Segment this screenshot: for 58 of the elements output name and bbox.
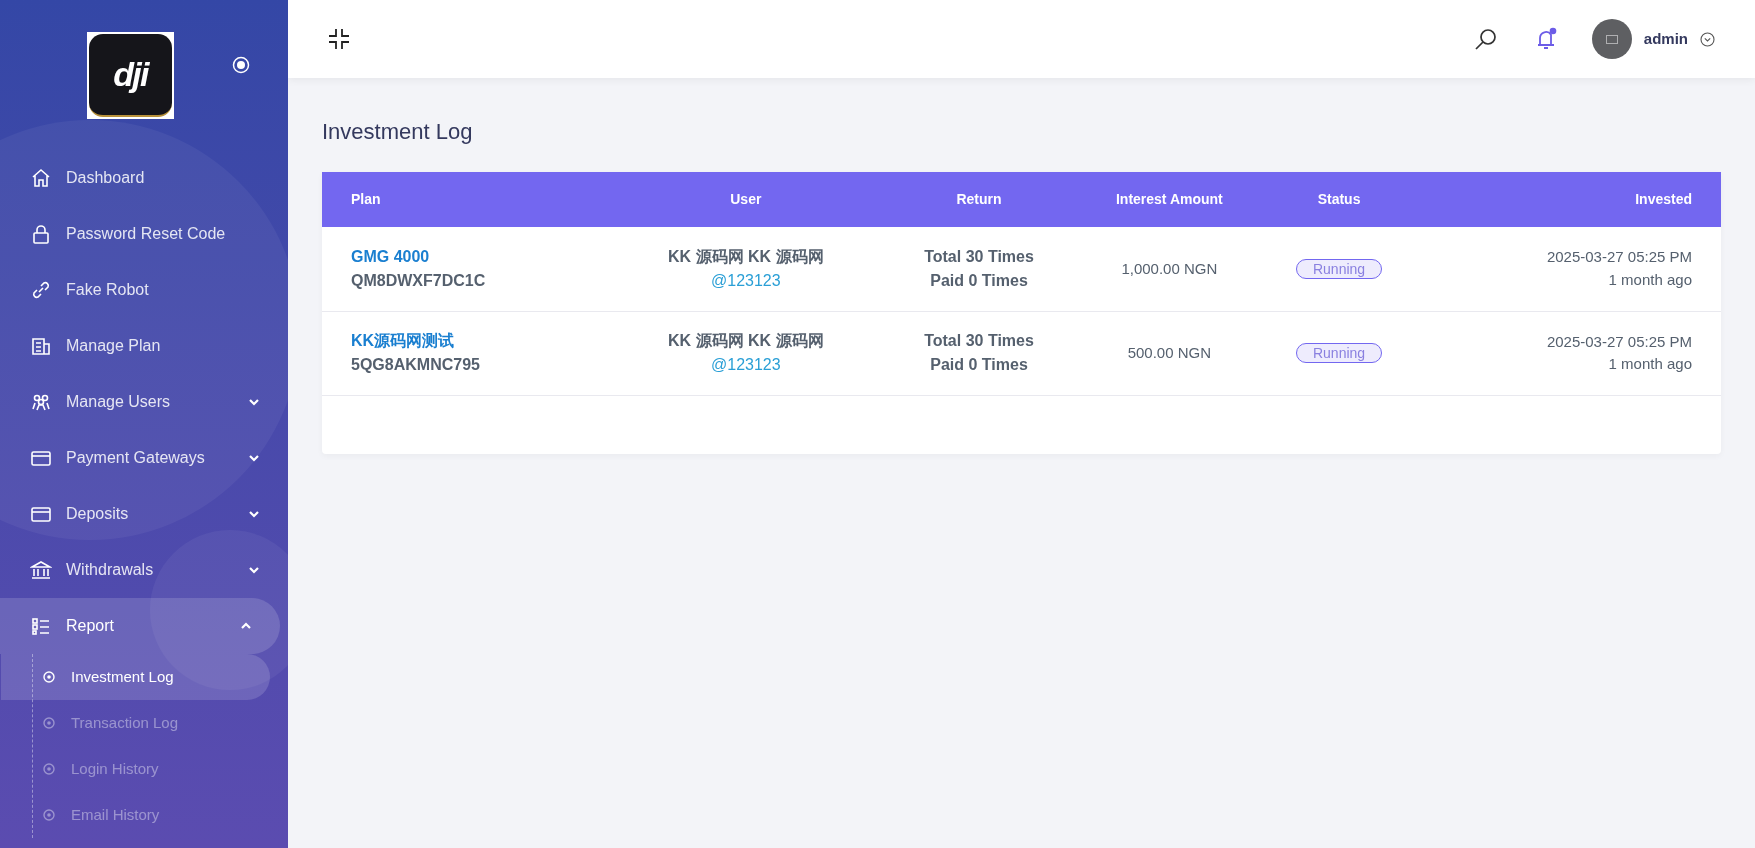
chevron-down-icon — [248, 396, 260, 408]
username-link[interactable]: @123123 — [609, 353, 883, 377]
plan-link[interactable]: KK源码网测试 — [351, 329, 610, 353]
chevron-down-icon — [248, 508, 260, 520]
column-header: Invested — [1414, 172, 1721, 227]
column-header: Status — [1263, 172, 1415, 227]
list-icon — [30, 615, 52, 637]
interest-amount: 500.00 NGN — [1127, 344, 1212, 361]
sidebar-item[interactable]: Manage Users — [0, 374, 288, 430]
building-icon — [30, 335, 52, 357]
link-icon — [30, 279, 52, 301]
invested-ago: 1 month ago — [1607, 269, 1692, 290]
plan-link[interactable]: GMG 4000 — [351, 244, 610, 269]
user-name: KK 源码网 KK 源码网 — [667, 246, 825, 267]
sidebar-toggle-icon[interactable] — [232, 56, 250, 74]
chevron-down-icon — [248, 452, 260, 464]
sidebar-item[interactable]: Withdrawals — [0, 542, 288, 598]
circle-dot-icon — [43, 717, 55, 729]
sidebar-item[interactable]: Deposits — [0, 486, 288, 542]
interest-amount: 1,000.00 NGN — [1121, 259, 1218, 277]
sidebar-item[interactable]: Password Reset Code — [0, 206, 288, 262]
sidebar-item[interactable]: Report — [0, 598, 280, 654]
page-title: Investment Log — [322, 118, 474, 146]
column-header: Interest Amount — [1075, 172, 1264, 227]
username-link[interactable]: @123123 — [609, 268, 883, 293]
sidebar-item[interactable]: Dashboard — [0, 150, 288, 206]
invested-date: 2025-03-27 05:25 PM — [1545, 331, 1692, 352]
lock-icon — [30, 223, 52, 245]
search-icon[interactable] — [1473, 27, 1498, 51]
user-name: KK 源码网 KK 源码网 — [667, 331, 825, 351]
logo[interactable]: dji — [87, 31, 174, 119]
circle-dot-icon — [43, 763, 55, 775]
return-total: Total 30 Times — [923, 331, 1035, 351]
column-header: Return — [882, 172, 1076, 227]
status-badge: Running — [1295, 258, 1383, 279]
home-icon — [30, 167, 52, 189]
chevron-down-icon — [248, 564, 260, 576]
circle-dot-icon — [43, 671, 55, 683]
return-paid: Paid 0 Times — [929, 355, 1029, 375]
circle-dot-icon — [43, 809, 55, 821]
invested-ago: 1 month ago — [1607, 354, 1692, 374]
return-paid: Paid 0 Times — [929, 270, 1029, 291]
return-total: Total 30 Times — [923, 246, 1035, 267]
invested-date: 2025-03-27 05:25 PM — [1545, 247, 1692, 268]
avatar[interactable] — [1591, 19, 1632, 59]
user-name[interactable]: admin — [1643, 27, 1688, 51]
chevron-down-icon[interactable] — [1700, 31, 1715, 47]
sidebar-item[interactable]: Fake Robot — [0, 262, 288, 318]
bank-icon — [30, 559, 52, 581]
sidebar-item[interactable]: Payment Gateways — [0, 430, 288, 486]
collapse-icon[interactable] — [328, 28, 350, 50]
column-header: Plan — [322, 172, 610, 227]
status-badge: Running — [1295, 343, 1383, 363]
sidebar-subitem[interactable]: Investment Log — [1, 654, 270, 700]
plan-code: 5QG8AKMNC795 — [351, 355, 481, 375]
sidebar-item[interactable]: Manage Plan — [0, 318, 288, 374]
column-header: User — [609, 172, 883, 227]
plan-code: QM8DWXF7DC1C — [351, 270, 487, 291]
